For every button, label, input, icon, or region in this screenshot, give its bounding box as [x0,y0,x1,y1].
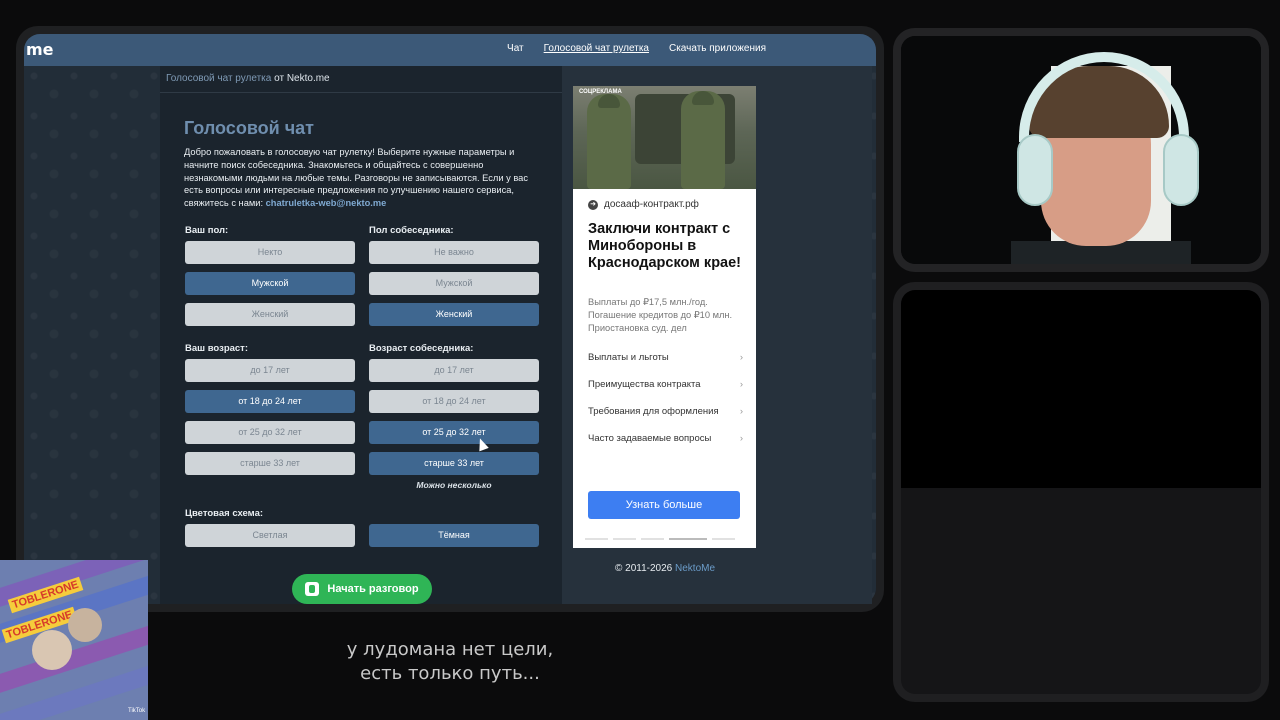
ad-link-label: Часто задаваемые вопросы [588,433,712,444]
subtitles: у лудомана нет цели, есть только путь... [300,638,600,686]
copyright-text: © 2011-2026 [615,563,673,574]
partner-gender-option[interactable]: Мужской [369,272,539,295]
site-header: me Чат Голосовой чат рулетка Скачать при… [24,34,876,66]
your-gender-option[interactable]: Некто [185,241,355,264]
chevron-right-icon: › [739,379,743,390]
ad-learn-more-button[interactable]: Узнать больше [588,491,740,519]
webcam-pane [893,28,1269,272]
ad-photo: СОЦРЕКЛАМА [573,86,756,189]
second-video-bottom [901,488,1261,694]
breadcrumb: Голосовой чат рулетка от Nekto.me [166,73,330,84]
partner-gender-option[interactable]: Не важно [369,241,539,264]
carousel-dot[interactable] [641,538,664,540]
breadcrumb-rest: от Nekto.me [274,73,330,84]
chevron-right-icon: › [739,433,743,444]
partner-age-option[interactable]: до 17 лет [369,359,539,382]
headphone-earcup [1017,134,1053,206]
your-age-option[interactable]: старше 33 лет [185,452,355,475]
ad-banner[interactable]: СОЦРЕКЛАМА ➜ досааф-контракт.рф Заключи … [573,86,756,548]
color-scheme-label: Цветовая схема: [185,508,264,519]
partner-age-option-selected[interactable]: старше 33 лет [369,452,539,475]
your-age-option[interactable]: от 25 до 32 лет [185,421,355,444]
ad-link[interactable]: Часто задаваемые вопросы › [588,433,743,444]
site-nav: Чат Голосовой чат рулетка Скачать прилож… [507,43,766,54]
subtitle-line: у лудомана нет цели, [346,639,554,660]
color-scheme-dark-selected[interactable]: Тёмная [369,524,539,547]
soldier-figure [681,91,725,189]
ad-link[interactable]: Требования для оформления › [588,406,743,417]
your-gender-option[interactable]: Женский [185,303,355,326]
your-age-option[interactable]: до 17 лет [185,359,355,382]
chevron-right-icon: › [739,352,743,363]
divider [160,92,562,93]
ad-carousel-indicator [585,538,735,540]
headphone-earcup [1163,134,1199,206]
nav-voice-chat[interactable]: Голосовой чат рулетка [544,43,649,54]
page-title: Голосовой чат [184,118,314,138]
ad-link-label: Преимущества контракта [588,379,701,390]
color-scheme-light[interactable]: Светлая [185,524,355,547]
carousel-dot[interactable] [585,538,608,540]
site-logo[interactable]: me [26,40,54,59]
ad-link[interactable]: Выплаты и льготы › [588,352,743,363]
your-gender-option-selected[interactable]: Мужской [185,272,355,295]
ad-link-label: Требования для оформления [588,406,719,417]
partner-age-option[interactable]: от 18 до 24 лет [369,390,539,413]
your-age-label: Ваш возраст: [185,343,249,354]
tiktok-watermark: TikTok [128,708,146,714]
second-video-top [901,290,1261,488]
phone-icon [305,582,320,596]
copyright-link[interactable]: NektoMe [675,563,715,574]
nav-download-apps[interactable]: Скачать приложения [669,43,766,54]
webcam-video [901,36,1261,264]
start-conversation-label: Начать разговор [327,583,419,595]
nav-chat[interactable]: Чат [507,43,524,54]
tiktok-overlay: TOBLERONE TOBLERONE TikTok [0,560,148,720]
arrow-right-icon: ➜ [588,199,598,210]
copyright: © 2011-2026 NektoMe [615,563,715,574]
partner-gender-option-selected[interactable]: Женский [369,303,539,326]
soldier-figure [587,94,631,189]
carousel-dot[interactable] [613,538,636,540]
kitten-figure [32,630,72,670]
multi-select-hint: Можно несколько [416,480,492,490]
chevron-right-icon: › [739,406,743,417]
partner-gender-label: Пол собеседника: [369,225,454,236]
ad-source[interactable]: ➜ досааф-контракт.рф [588,199,699,210]
your-age-option-selected[interactable]: от 18 до 24 лет [185,390,355,413]
second-video-pane [893,282,1269,702]
contact-email[interactable]: chatruletka-web@nekto.me [266,198,387,208]
carousel-dot[interactable] [712,538,735,540]
your-gender-label: Ваш пол: [185,225,229,236]
partner-age-label: Возраст собеседника: [369,343,474,354]
subtitle-line: есть только путь... [360,663,540,684]
partner-age-option-selected[interactable]: от 25 до 32 лет [369,421,539,444]
ad-link[interactable]: Преимущества контракта › [588,379,743,390]
ad-watermark: СОЦРЕКЛАМА [579,89,622,95]
start-conversation-button[interactable]: Начать разговор [292,574,432,604]
carousel-dot-active[interactable] [669,538,707,540]
kitten-figure [68,608,102,642]
ad-source-label: досааф-контракт.рф [604,199,699,210]
intro-text: Добро пожаловать в голосовую чат рулетку… [184,146,529,210]
ad-description: Выплаты до ₽17,5 млн./год. Погашение кре… [588,297,733,333]
breadcrumb-link[interactable]: Голосовой чат рулетка [166,73,271,84]
ad-title[interactable]: Заключи контракт с Минобороны в Краснода… [588,221,748,272]
ad-link-label: Выплаты и льготы [588,352,669,363]
